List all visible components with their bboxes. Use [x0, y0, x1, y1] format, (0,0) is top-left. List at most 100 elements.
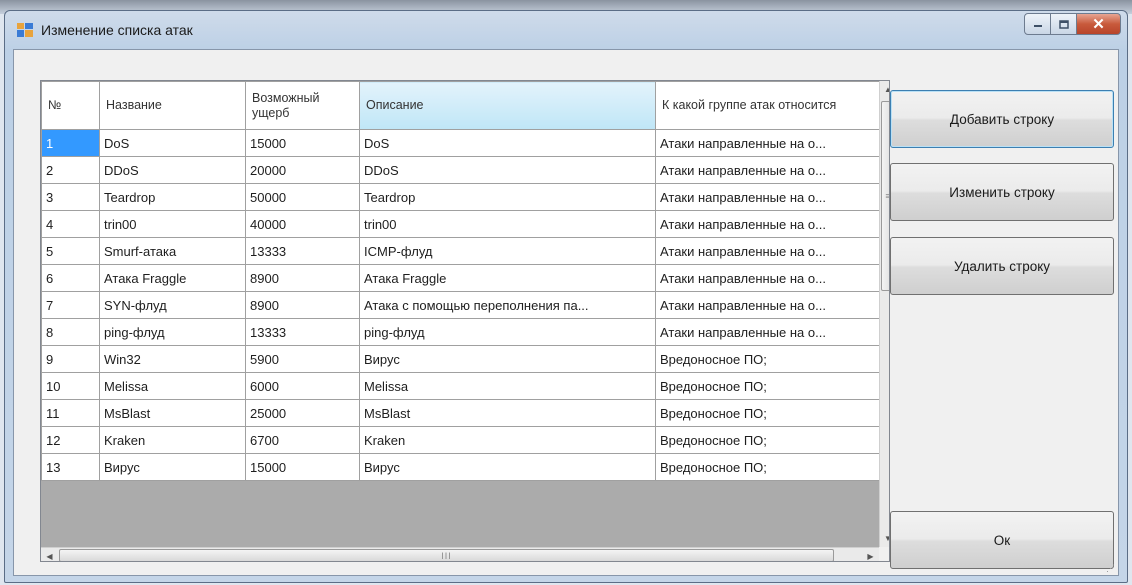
table-row[interactable]: 2 DDoS 20000 DDoS Атаки направленные на о...	[41, 156, 880, 184]
row-number-cell[interactable]: 4	[41, 210, 100, 238]
damage-cell[interactable]: 50000	[245, 183, 360, 211]
table-row[interactable]: 4 trin00 40000 trin00 Атаки направленные на …	[41, 210, 880, 238]
horizontal-scroll-thumb[interactable]: III	[59, 549, 834, 561]
description-cell[interactable]: Вирус	[359, 345, 656, 373]
scroll-left-arrow-icon[interactable]: ◀	[41, 548, 58, 561]
table-row[interactable]: 9 Win32 5900 Вирус Вредоносное ПО;	[41, 345, 880, 373]
damage-cell[interactable]: 15000	[245, 129, 360, 157]
row-number-cell[interactable]: 2	[41, 156, 100, 184]
column-header-group[interactable]: К какой группе атак относится	[655, 81, 880, 130]
name-cell[interactable]: Win32	[99, 345, 246, 373]
row-number-cell[interactable]: 3	[41, 183, 100, 211]
column-header-number[interactable]: №	[41, 81, 100, 130]
table-row[interactable]: 3 Teardrop 50000 Teardrop Атаки направленные…	[41, 183, 880, 211]
name-cell[interactable]: Teardrop	[99, 183, 246, 211]
group-cell[interactable]: Атаки направленные на о...	[655, 291, 880, 319]
ok-button[interactable]: Ок	[890, 511, 1114, 569]
title-bar[interactable]: Изменение списка атак ✕	[5, 11, 1127, 49]
table-row[interactable]: 6 Атака Fraggle 8900 Атака Fraggle Атаки нап…	[41, 264, 880, 292]
row-number-cell[interactable]: 5	[41, 237, 100, 265]
column-header-damage[interactable]: Возможный ущерб	[245, 81, 360, 130]
description-cell[interactable]: MsBlast	[359, 399, 656, 427]
name-cell[interactable]: SYN-флуд	[99, 291, 246, 319]
name-cell[interactable]: Melissa	[99, 372, 246, 400]
damage-cell[interactable]: 40000	[245, 210, 360, 238]
description-cell[interactable]: Вирус	[359, 453, 656, 481]
description-cell[interactable]: Kraken	[359, 426, 656, 454]
damage-cell[interactable]: 8900	[245, 291, 360, 319]
group-cell[interactable]: Вредоносное ПО;	[655, 372, 880, 400]
group-cell[interactable]: Атаки направленные на о...	[655, 129, 880, 157]
table-row[interactable]: 10 Melissa 6000 Melissa Вредоносное ПО;	[41, 372, 880, 400]
table-row[interactable]: 13 Вирус 15000 Вирус Вредоносное ПО;	[41, 453, 880, 481]
table-row[interactable]: 8 ping-флуд 13333 ping-флуд Атаки направленн…	[41, 318, 880, 346]
damage-cell[interactable]: 25000	[245, 399, 360, 427]
scroll-down-arrow-icon[interactable]: ▼	[880, 530, 889, 547]
row-number-cell[interactable]: 9	[41, 345, 100, 373]
damage-cell[interactable]: 6700	[245, 426, 360, 454]
vertical-scroll-thumb[interactable]: ≡	[881, 101, 889, 291]
edit-row-button[interactable]: Изменить строку	[890, 163, 1114, 221]
add-row-button[interactable]: Добавить строку	[890, 90, 1114, 148]
description-cell[interactable]: ping-флуд	[359, 318, 656, 346]
close-button[interactable]: ✕	[1077, 13, 1121, 35]
group-cell[interactable]: Вредоносное ПО;	[655, 426, 880, 454]
damage-cell[interactable]: 13333	[245, 237, 360, 265]
description-cell[interactable]: Атака Fraggle	[359, 264, 656, 292]
row-number-cell[interactable]: 6	[41, 264, 100, 292]
row-number-cell[interactable]: 8	[41, 318, 100, 346]
table-row[interactable]: 5 Smurf-атака 13333 ICMP-флуд Атаки направле…	[41, 237, 880, 265]
row-number-cell[interactable]: 10	[41, 372, 100, 400]
name-cell[interactable]: MsBlast	[99, 399, 246, 427]
scroll-right-arrow-icon[interactable]: ▶	[862, 548, 879, 561]
row-number-cell[interactable]: 11	[41, 399, 100, 427]
description-cell[interactable]: DDoS	[359, 156, 656, 184]
attacks-grid[interactable]: № Название Возможный ущерб Описание К ка…	[40, 80, 890, 562]
name-cell[interactable]: Вирус	[99, 453, 246, 481]
description-cell[interactable]: trin00	[359, 210, 656, 238]
table-row[interactable]: 12 Kraken 6700 Kraken Вредоносное ПО;	[41, 426, 880, 454]
damage-cell[interactable]: 8900	[245, 264, 360, 292]
row-number-cell[interactable]: 12	[41, 426, 100, 454]
maximize-button[interactable]	[1051, 13, 1077, 35]
damage-cell[interactable]: 15000	[245, 453, 360, 481]
name-cell[interactable]: Атака Fraggle	[99, 264, 246, 292]
damage-cell[interactable]: 13333	[245, 318, 360, 346]
group-cell[interactable]: Атаки направленные на о...	[655, 318, 880, 346]
name-cell[interactable]: trin00	[99, 210, 246, 238]
row-number-cell[interactable]: 7	[41, 291, 100, 319]
group-cell[interactable]: Атаки направленные на о...	[655, 183, 880, 211]
minimize-button[interactable]	[1024, 13, 1051, 35]
row-number-cell[interactable]: 13	[41, 453, 100, 481]
group-cell[interactable]: Атаки направленные на о...	[655, 156, 880, 184]
damage-cell[interactable]: 5900	[245, 345, 360, 373]
name-cell[interactable]: DoS	[99, 129, 246, 157]
column-header-description[interactable]: Описание	[359, 81, 656, 130]
description-cell[interactable]: Атака с помощью переполнения па...	[359, 291, 656, 319]
table-row[interactable]: 1 DoS 15000 DoS Атаки направленные на о...	[41, 129, 880, 157]
description-cell[interactable]: Teardrop	[359, 183, 656, 211]
description-cell[interactable]: ICMP-флуд	[359, 237, 656, 265]
name-cell[interactable]: ping-флуд	[99, 318, 246, 346]
name-cell[interactable]: Smurf-атака	[99, 237, 246, 265]
group-cell[interactable]: Вредоносное ПО;	[655, 453, 880, 481]
name-cell[interactable]: Kraken	[99, 426, 246, 454]
group-cell[interactable]: Атаки направленные на о...	[655, 210, 880, 238]
column-header-name[interactable]: Название	[99, 81, 246, 130]
delete-row-button[interactable]: Удалить строку	[890, 237, 1114, 295]
resize-grip-icon[interactable]: ⋰	[1106, 563, 1116, 573]
row-number-cell[interactable]: 1	[41, 129, 100, 157]
vertical-scrollbar[interactable]: ▲ ≡ ▼	[879, 81, 889, 547]
name-cell[interactable]: DDoS	[99, 156, 246, 184]
group-cell[interactable]: Вредоносное ПО;	[655, 399, 880, 427]
description-cell[interactable]: DoS	[359, 129, 656, 157]
group-cell[interactable]: Атаки направленные на о...	[655, 237, 880, 265]
table-row[interactable]: 11 MsBlast 25000 MsBlast Вредоносное ПО;	[41, 399, 880, 427]
group-cell[interactable]: Вредоносное ПО;	[655, 345, 880, 373]
description-cell[interactable]: Melissa	[359, 372, 656, 400]
scroll-up-arrow-icon[interactable]: ▲	[880, 81, 889, 98]
table-row[interactable]: 7 SYN-флуд 8900 Атака с помощью переполнени…	[41, 291, 880, 319]
damage-cell[interactable]: 6000	[245, 372, 360, 400]
horizontal-scrollbar[interactable]: ◀ III ▶	[41, 547, 879, 561]
damage-cell[interactable]: 20000	[245, 156, 360, 184]
